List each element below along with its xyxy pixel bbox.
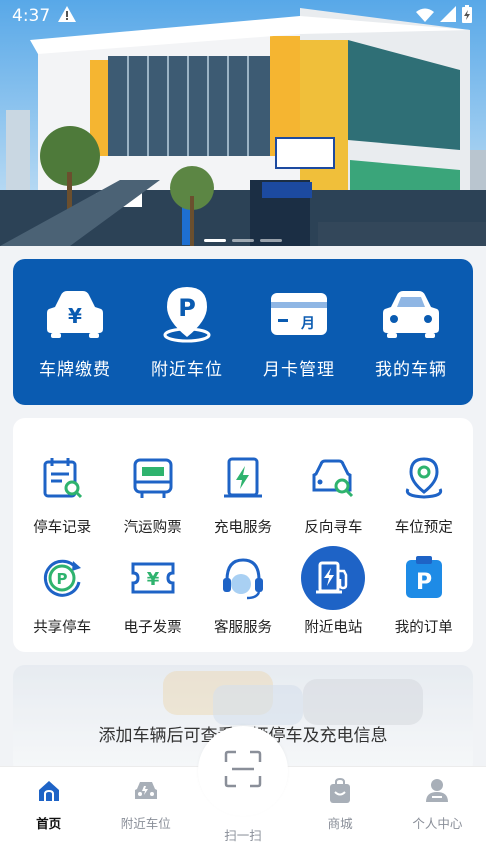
quick-action-label: 车牌缴费 <box>39 359 111 380</box>
battery-icon <box>462 5 472 27</box>
service-space-booking[interactable]: 车位预定 <box>379 444 469 544</box>
customer-service-icon <box>209 544 277 612</box>
carousel-dot[interactable] <box>260 239 282 242</box>
nav-label: 个人中心 <box>412 816 463 831</box>
signal-icon <box>440 6 456 26</box>
service-label: 客服服务 <box>213 620 272 636</box>
svg-text:P: P <box>178 294 196 322</box>
svg-text:¥: ¥ <box>146 569 159 590</box>
mall-icon <box>326 777 354 805</box>
parking-pin-icon: P <box>156 285 218 343</box>
service-label: 我的订单 <box>394 620 453 636</box>
service-customer-service[interactable]: 客服服务 <box>198 544 288 644</box>
svg-text:P: P <box>416 570 432 595</box>
nav-mall[interactable]: 商城 <box>295 777 385 832</box>
status-time: 4:37 <box>12 6 51 26</box>
hero-banner[interactable] <box>0 0 486 246</box>
wifi-icon <box>416 7 434 26</box>
carousel-dot[interactable] <box>232 239 254 242</box>
service-label: 电子发票 <box>123 620 182 636</box>
service-label: 附近电站 <box>304 620 363 636</box>
profile-icon <box>423 777 451 805</box>
nearby-station-icon <box>299 544 367 612</box>
svg-text:月: 月 <box>300 316 315 332</box>
scan-label-wrap: 扫一扫 <box>224 817 262 844</box>
service-parking-record[interactable]: 停车记录 <box>17 444 107 544</box>
carousel-dot[interactable] <box>204 239 226 242</box>
quick-action-nearby-parking[interactable]: P 附近车位 <box>133 285 241 380</box>
quick-action-month-card[interactable]: 月 月卡管理 <box>245 285 353 380</box>
nav-home[interactable]: 首页 <box>4 777 94 832</box>
scan-button[interactable] <box>198 726 288 816</box>
quick-action-label: 月卡管理 <box>263 359 335 380</box>
service-label: 充电服务 <box>213 520 272 536</box>
service-label: 停车记录 <box>33 520 92 536</box>
service-my-orders[interactable]: P 我的订单 <box>379 544 469 644</box>
shared-parking-icon: P <box>28 544 96 612</box>
find-car-icon <box>299 444 367 512</box>
car-yuan-icon: ¥ <box>44 285 106 343</box>
service-shared-parking[interactable]: P 共享停车 <box>17 544 107 644</box>
quick-action-plate-payment[interactable]: ¥ 车牌缴费 <box>21 285 129 380</box>
nearby-parking-icon <box>132 777 160 805</box>
quick-action-my-vehicle[interactable]: 我的车辆 <box>357 285 465 380</box>
service-label: 车位预定 <box>394 520 453 536</box>
quick-actions-card: ¥ 车牌缴费 P 附近车位 月 月卡管理 我的车辆 <box>13 259 473 405</box>
station-building-image <box>0 0 486 246</box>
nav-nearby-parking[interactable]: 附近车位 <box>101 777 191 832</box>
service-nearby-station[interactable]: 附近电站 <box>288 544 378 644</box>
home-icon <box>35 777 63 805</box>
service-e-invoice[interactable]: ¥ 电子发票 <box>107 544 197 644</box>
nav-label: 扫一扫 <box>224 828 262 843</box>
nav-label: 商城 <box>327 816 353 831</box>
service-find-car[interactable]: 反向寻车 <box>288 444 378 544</box>
service-charging[interactable]: 充电服务 <box>198 444 288 544</box>
carousel-indicator[interactable] <box>0 239 486 242</box>
bus-ticket-icon <box>119 444 187 512</box>
nav-profile[interactable]: 个人中心 <box>392 777 482 832</box>
scan-icon <box>224 750 262 792</box>
quick-action-label: 我的车辆 <box>375 359 447 380</box>
svg-text:¥: ¥ <box>68 304 82 328</box>
nav-label: 首页 <box>36 816 62 831</box>
my-car-icon <box>380 285 442 343</box>
services-grid: 停车记录 汽运购票 充电服务 反向寻车 车位预定 P 共享停车 ¥ 电子发票 客… <box>13 418 473 652</box>
service-label: 共享停车 <box>33 620 92 636</box>
nav-label: 附近车位 <box>120 816 171 831</box>
warning-icon <box>58 5 77 27</box>
month-card-icon: 月 <box>268 285 330 343</box>
space-booking-icon <box>390 444 458 512</box>
charging-service-icon <box>209 444 277 512</box>
service-label: 反向寻车 <box>304 520 363 536</box>
service-label: 汽运购票 <box>123 520 182 536</box>
status-bar: 4:37 <box>0 0 486 32</box>
quick-action-label: 附近车位 <box>151 359 223 380</box>
parking-record-icon <box>28 444 96 512</box>
e-invoice-icon: ¥ <box>119 544 187 612</box>
svg-text:P: P <box>57 570 68 588</box>
my-orders-icon: P <box>390 544 458 612</box>
service-bus-ticket[interactable]: 汽运购票 <box>107 444 197 544</box>
